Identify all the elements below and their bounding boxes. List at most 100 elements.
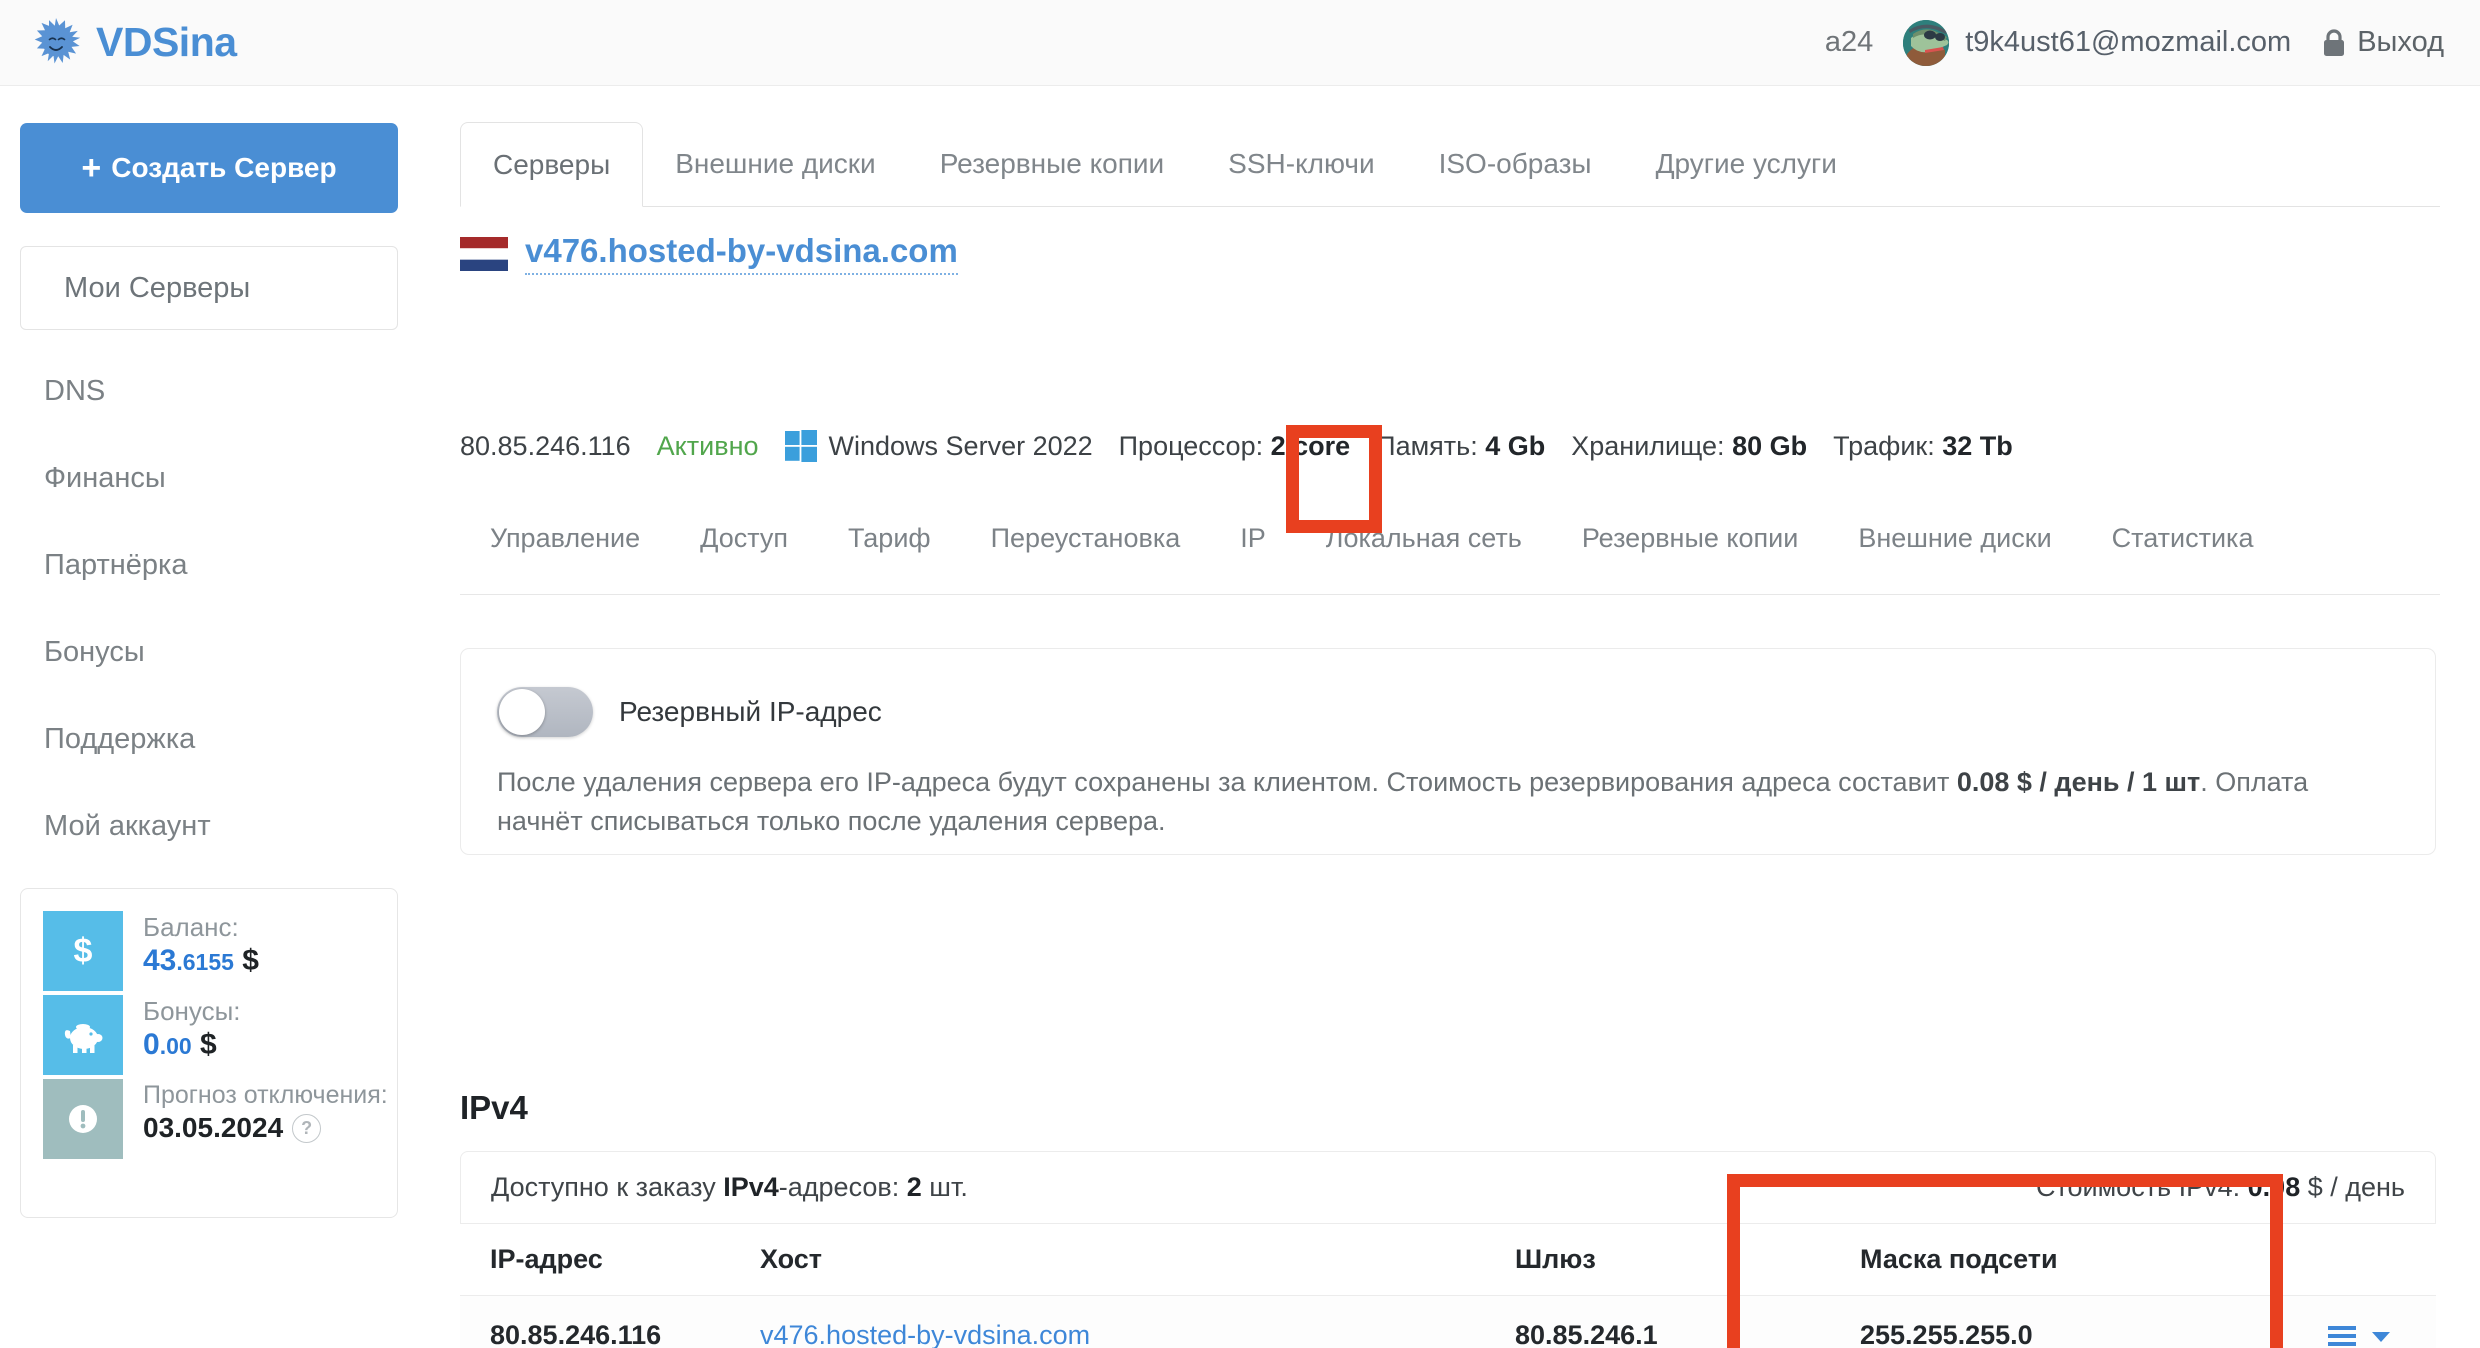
subtab-label: Доступ (700, 523, 789, 553)
server-os: Windows Server 2022 (784, 430, 1093, 462)
balance-row[interactable]: $ Баланс: 43.6155 $ (43, 911, 397, 991)
ipv4-availability-text: Доступно к заказу IPv4-адресов: 2 шт. (491, 1172, 968, 1203)
bonus-row[interactable]: Бонусы: 0.00 $ (43, 995, 397, 1075)
sidebar-item-bonuses[interactable]: Бонусы (0, 609, 420, 696)
cell-host: v476.hosted-by-vdsina.com (760, 1320, 1515, 1348)
plus-icon: + (81, 149, 102, 187)
lock-icon (2321, 28, 2347, 58)
bonus-value: 0.00 $ (143, 1028, 241, 1062)
dollar-icon: $ (43, 911, 123, 991)
sidebar-item-my-servers[interactable]: Мои Серверы (20, 246, 398, 330)
server-ip: 80.85.246.116 (460, 430, 631, 461)
user-account-link[interactable]: t9k4ust61@mozmail.com (1903, 19, 2292, 66)
logout-button[interactable]: Выход (2321, 26, 2444, 59)
balance-currency: $ (242, 944, 259, 978)
ram-label: Память: (1376, 430, 1478, 461)
tab-label: SSH-ключи (1228, 148, 1375, 179)
server-specs-row: 80.85.246.116 Активно Windows Server 202… (460, 430, 2013, 462)
sun-logo-icon (30, 17, 82, 69)
subtab-ip[interactable]: IP (1210, 501, 1296, 576)
reserved-ip-description: После удаления сервера его IP-адреса буд… (461, 737, 2435, 842)
balance-value: 43.6155 $ (143, 944, 259, 978)
storage-label: Хранилище: (1571, 430, 1725, 461)
tab-other-services[interactable]: Другие услуги (1624, 122, 1869, 206)
server-sub-tab-bar: Управление Доступ Тариф Переустановка IP… (460, 501, 2440, 595)
help-icon[interactable]: ? (292, 1113, 322, 1143)
server-hostname-link[interactable]: v476.hosted-by-vdsina.com (525, 232, 958, 275)
logout-label: Выход (2357, 26, 2444, 58)
shutdown-forecast-row: Прогноз отключения: 03.05.2024 ? (43, 1079, 397, 1159)
cost-unit: $ / день (2300, 1172, 2405, 1202)
sidebar-item-label: Бонусы (44, 636, 145, 668)
subtab-tariff[interactable]: Тариф (818, 501, 961, 576)
server-storage: Хранилище: 80 Gb (1571, 431, 1807, 462)
main-content: Серверы Внешние диски Резервные копии SS… (420, 86, 2480, 1348)
column-header-ip: IP-адрес (490, 1244, 603, 1274)
sidebar-item-partner[interactable]: Партнёрка (0, 522, 420, 609)
bonus-currency: $ (200, 1028, 217, 1062)
subtab-label: IP (1240, 523, 1266, 553)
storage-value: 80 Gb (1732, 430, 1808, 461)
server-status: Активно (656, 430, 759, 461)
sidebar-nav-list: DNS Финансы Партнёрка Бонусы Поддержка М… (0, 348, 420, 870)
subtab-label: Внешние диски (1858, 523, 2052, 553)
cell-gateway: 80.85.246.1 (1515, 1320, 1658, 1348)
subtab-label: Управление (490, 523, 641, 553)
cost-label: Стоимость IPv4: (2035, 1172, 2248, 1202)
order-count: 2 (906, 1172, 922, 1202)
subtab-label: Статистика (2111, 523, 2254, 553)
sidebar-item-dns[interactable]: DNS (0, 348, 420, 435)
svg-text:$: $ (74, 932, 93, 970)
sidebar-item-my-account[interactable]: Мой аккаунт (0, 783, 420, 870)
traffic-label: Трафик: (1833, 430, 1935, 461)
create-server-button[interactable]: + Создать Сервер (20, 123, 398, 213)
desc-part-1: После удаления сервера его IP-адреса буд… (497, 767, 1957, 797)
subtab-label: Локальная сеть (1325, 523, 1522, 553)
sidebar-item-label: Мой аккаунт (44, 810, 211, 842)
order-ipv4-bold: IPv4 (723, 1172, 779, 1202)
sidebar-item-support[interactable]: Поддержка (0, 696, 420, 783)
user-email: t9k4ust61@mozmail.com (1965, 26, 2292, 58)
row-menu-button[interactable] (2328, 1323, 2392, 1348)
subtab-statistics[interactable]: Статистика (2082, 501, 2284, 576)
avatar (1903, 19, 1950, 66)
balance-frac: .6155 (176, 949, 234, 976)
subtab-backups[interactable]: Резервные копии (1552, 501, 1828, 576)
bonus-label: Бонусы: (143, 996, 241, 1026)
hamburger-icon (2328, 1325, 2356, 1346)
tab-label: Внешние диски (675, 148, 876, 179)
tab-iso-images[interactable]: ISO-образы (1407, 122, 1624, 206)
traffic-value: 32 Tb (1942, 430, 2013, 461)
tab-backups[interactable]: Резервные копии (908, 122, 1196, 206)
ipv4-table: IP-адрес Хост Шлюз Маска подсети 80.85.2… (460, 1224, 2436, 1348)
tab-label: Другие услуги (1655, 148, 1837, 179)
reserved-ip-panel: Резервный IP-адрес После удаления сервер… (460, 648, 2436, 855)
tab-servers[interactable]: Серверы (460, 122, 644, 207)
host-link[interactable]: v476.hosted-by-vdsina.com (760, 1320, 1091, 1348)
os-name: Windows Server 2022 (828, 430, 1093, 461)
cpu-label: Процессор: (1118, 430, 1264, 461)
reserved-ip-toggle[interactable] (497, 687, 593, 737)
subtab-management[interactable]: Управление (460, 501, 670, 576)
subtab-reinstall[interactable]: Переустановка (961, 501, 1211, 576)
balance-label: Баланс: (143, 912, 239, 942)
reserved-ip-toggle-row: Резервный IP-адрес (461, 649, 2435, 737)
sidebar-item-label: Партнёрка (44, 549, 188, 581)
cell-actions (2220, 1323, 2406, 1348)
brand-logo[interactable]: VDSina (30, 17, 237, 69)
top-header-bar: VDSina a24 t9k4ust61@mozmail.com Выход (0, 0, 2480, 86)
column-header-gateway: Шлюз (1515, 1244, 1596, 1274)
cell-netmask: 255.255.255.0 (1860, 1320, 2033, 1348)
order-suffix: шт. (921, 1172, 968, 1202)
subtab-external-disks[interactable]: Внешние диски (1828, 501, 2081, 576)
column-header-netmask: Маска подсети (1860, 1244, 2058, 1274)
server-ram: Память: 4 Gb (1376, 431, 1545, 462)
tab-external-disks[interactable]: Внешние диски (643, 122, 908, 206)
subtab-access[interactable]: Доступ (670, 501, 818, 576)
subtab-local-network[interactable]: Локальная сеть (1296, 501, 1552, 576)
sidebar-item-finance[interactable]: Финансы (0, 435, 420, 522)
order-prefix: Доступно к заказу (491, 1172, 724, 1202)
tab-ssh-keys[interactable]: SSH-ключи (1196, 122, 1406, 206)
tab-label: Серверы (493, 148, 611, 180)
tab-label: ISO-образы (1438, 148, 1592, 179)
